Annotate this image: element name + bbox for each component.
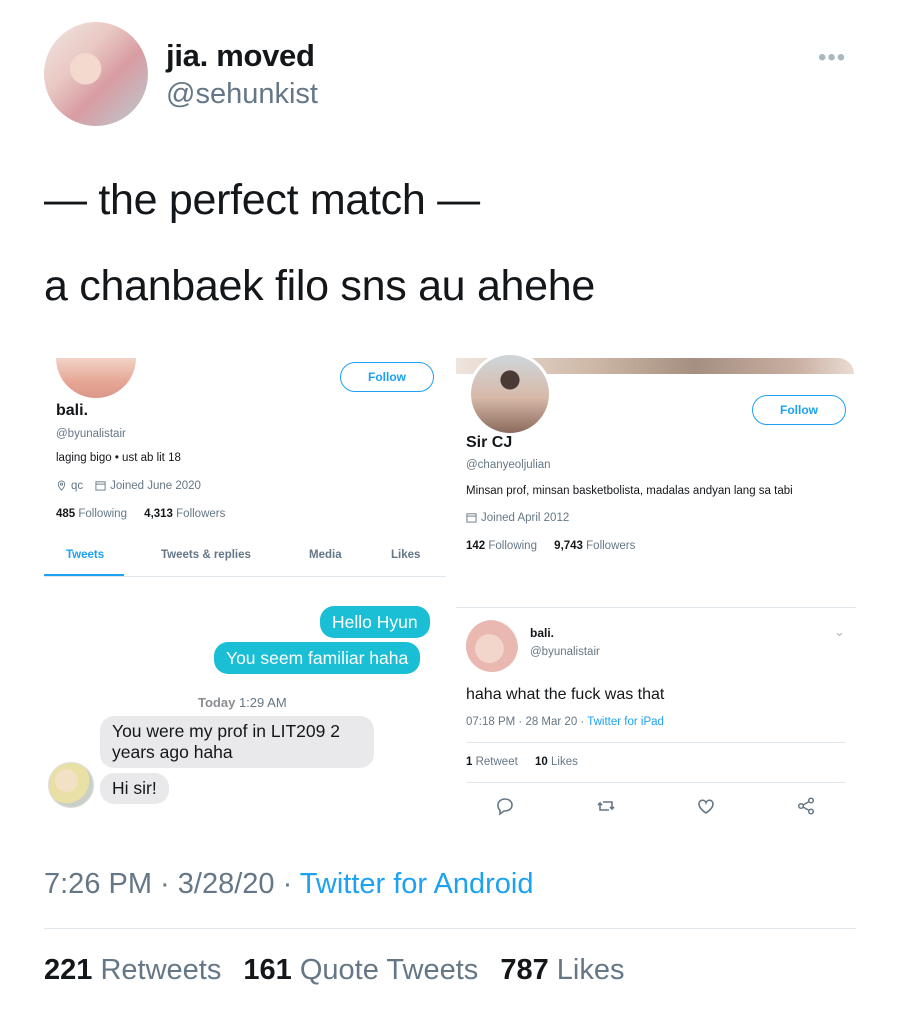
- followers-label: Followers: [176, 508, 226, 520]
- tweet-text-line1: — the perfect match —: [44, 176, 480, 224]
- joined-text: Joined June 2020: [110, 480, 201, 492]
- chat-timestamp: Today 1:29 AM: [198, 695, 287, 710]
- tweet-source-link[interactable]: Twitter for Android: [300, 868, 534, 900]
- calendar-icon: [95, 481, 106, 491]
- follow-button: Follow: [340, 362, 434, 392]
- profile-meta: qc Joined June 2020: [56, 480, 201, 492]
- profile-handle: @chanyeoljulian: [466, 459, 551, 471]
- author-handle[interactable]: @sehunkist: [166, 78, 318, 111]
- location-text: qc: [71, 480, 84, 492]
- embedded-tweet-handle: @byunalistair: [530, 646, 600, 658]
- bali-profile-avatar: [56, 358, 136, 398]
- embedded-tweet-time: 07:18 PM · 28 Mar 20 ·: [466, 716, 588, 728]
- divider: [456, 607, 856, 608]
- retweet-label: Retweet: [475, 756, 518, 768]
- likes-count: 787: [500, 954, 549, 986]
- likes-count: 10: [535, 756, 548, 768]
- tab-active-indicator: [44, 574, 124, 576]
- reply-icon: [497, 798, 513, 816]
- profile-bio: laging bigo • ust ab lit 18: [56, 452, 181, 464]
- sircj-profile-avatar: [468, 352, 552, 436]
- embedded-tweet-source: Twitter for iPad: [587, 716, 664, 728]
- embedded-tweet-meta: 07:18 PM · 28 Mar 20 · Twitter for iPad: [466, 716, 664, 728]
- likes-label: Likes: [551, 756, 578, 768]
- author-avatar[interactable]: [44, 22, 148, 126]
- following-count: 485: [56, 508, 76, 520]
- received-message-bubble: Hi sir!: [100, 773, 169, 804]
- location-item: qc: [56, 480, 83, 492]
- location-pin-icon: [57, 480, 66, 491]
- heart-icon: [698, 799, 714, 814]
- followers-count: 4,313: [144, 508, 173, 520]
- tweet-engagement-stats: 221 Retweets 161 Quote Tweets 787 Likes: [44, 954, 638, 987]
- quote-tweets-label: Quote Tweets: [299, 954, 479, 986]
- follow-button: Follow: [752, 395, 846, 425]
- tab-divider: [44, 576, 446, 577]
- chat-timestamp-day: Today: [198, 695, 236, 710]
- quote-tweets-count: 161: [243, 954, 292, 986]
- share-icon: [797, 797, 815, 815]
- following-label: Following: [78, 508, 127, 520]
- profile-name: Sir CJ: [466, 434, 513, 451]
- chevron-down-icon: ⌄: [834, 624, 845, 639]
- tab-tweets-replies: Tweets & replies: [161, 549, 251, 561]
- divider: [466, 742, 846, 743]
- retweets-stat[interactable]: 221 Retweets: [44, 954, 235, 986]
- embedded-tweet-name: bali.: [530, 626, 555, 640]
- tab-media: Media: [309, 549, 342, 561]
- sent-message-bubble: You seem familiar haha: [214, 642, 421, 674]
- retweets-count: 221: [44, 954, 93, 986]
- retweet-count: 1: [466, 756, 473, 768]
- chat-timestamp-clock: 1:29 AM: [238, 695, 287, 710]
- profile-name: bali.: [56, 402, 89, 419]
- retweet-icon: [597, 801, 615, 811]
- calendar-icon: [466, 513, 477, 523]
- profile-stats: 142 Following 9,743 Followers: [466, 540, 649, 552]
- followers-label: Followers: [586, 540, 636, 552]
- tweet-text-line2: a chanbaek filo sns au ahehe: [44, 262, 596, 310]
- joined-item: Joined June 2020: [95, 480, 201, 492]
- joined-item: Joined April 2012: [466, 512, 569, 524]
- likes-label: Likes: [556, 954, 625, 986]
- embedded-tweet-stats: 1 Retweet 10 Likes: [466, 756, 592, 768]
- sent-message-bubble: Hello Hyun: [320, 606, 430, 638]
- joined-text: Joined April 2012: [481, 512, 570, 524]
- following-count: 142: [466, 540, 486, 552]
- followers-count: 9,743: [554, 540, 583, 552]
- tab-tweets: Tweets: [66, 549, 105, 561]
- profile-bio: Minsan prof, minsan basketbolista, madal…: [466, 485, 793, 497]
- quote-tweets-stat[interactable]: 161 Quote Tweets: [243, 954, 492, 986]
- tab-likes: Likes: [391, 549, 421, 561]
- author-display-name[interactable]: jia. moved: [166, 38, 315, 74]
- tweet-time[interactable]: 7:26 PM · 3/28/20 ·: [44, 868, 300, 900]
- received-message-bubble: You were my prof in LIT209 2 years ago h…: [100, 716, 374, 768]
- divider: [466, 782, 846, 783]
- tweet-timestamp: 7:26 PM · 3/28/20 · Twitter for Android: [44, 868, 534, 901]
- profile-stats: 485 Following 4,313 Followers: [56, 508, 239, 520]
- more-options-icon[interactable]: •••: [818, 44, 846, 72]
- retweets-label: Retweets: [100, 954, 222, 986]
- divider: [44, 928, 856, 929]
- likes-stat[interactable]: 787 Likes: [500, 954, 638, 986]
- embedded-tweet-text: haha what the fuck was that: [466, 686, 665, 703]
- embedded-tweet-avatar: [466, 620, 518, 672]
- following-label: Following: [488, 540, 537, 552]
- chat-contact-avatar: [48, 762, 94, 808]
- profile-handle: @byunalistair: [56, 428, 126, 440]
